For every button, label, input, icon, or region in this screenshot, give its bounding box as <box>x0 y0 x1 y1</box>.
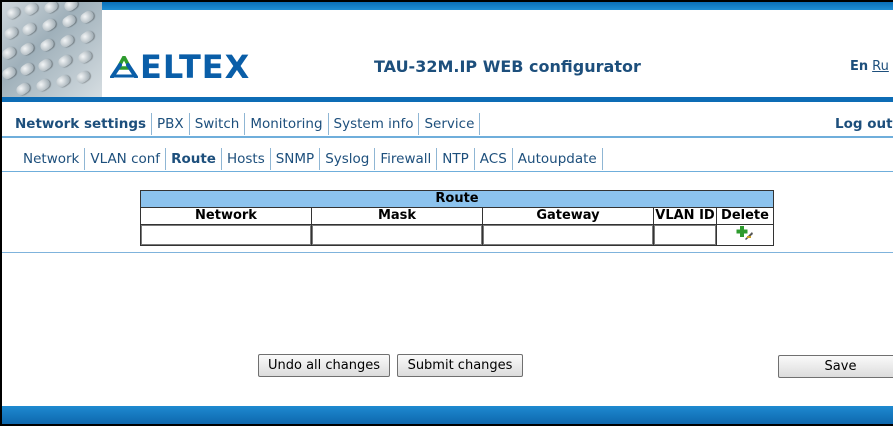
subtab-hosts[interactable]: Hosts <box>222 148 271 170</box>
subtab-snmp[interactable]: SNMP <box>271 148 321 170</box>
column-header-network: Network <box>140 207 312 225</box>
sub-tabs-divider <box>2 171 893 172</box>
logo-text: ELTEX <box>140 48 251 86</box>
page-title: TAU-32M.IP WEB configurator <box>374 57 641 76</box>
content-divider <box>2 252 893 253</box>
subtab-firewall[interactable]: Firewall <box>375 148 438 170</box>
tab-service[interactable]: Service <box>419 113 481 135</box>
eltex-logo-icon <box>110 56 138 78</box>
column-header-vlan-id: VLAN ID <box>653 207 717 225</box>
column-header-gateway: Gateway <box>482 207 654 225</box>
save-button[interactable]: Save <box>778 355 893 378</box>
undo-all-changes-button[interactable]: Undo all changes <box>258 354 390 377</box>
tab-pbx[interactable]: PBX <box>152 113 190 135</box>
lang-en[interactable]: En <box>850 59 868 74</box>
lang-ru[interactable]: Ru <box>872 59 889 74</box>
sub-tabs: Network VLAN conf Route Hosts SNMP Syslo… <box>18 148 603 170</box>
tab-monitoring[interactable]: Monitoring <box>245 113 329 135</box>
mask-input[interactable] <box>312 225 482 245</box>
footer-bar <box>2 406 893 424</box>
subtab-autoupdate[interactable]: Autoupdate <box>513 148 603 170</box>
header: ELTEX TAU-32M.IP WEB configurator En Ru <box>2 2 893 102</box>
main-tabs-divider <box>2 136 893 138</box>
submit-changes-button[interactable]: Submit changes <box>397 354 523 377</box>
keypad-image <box>2 2 102 102</box>
column-header-mask: Mask <box>311 207 483 225</box>
vlan-id-input[interactable] <box>654 225 716 245</box>
subtab-network[interactable]: Network <box>18 148 86 170</box>
network-input[interactable] <box>141 225 311 245</box>
tab-network-settings[interactable]: Network settings <box>10 113 153 135</box>
subtab-syslog[interactable]: Syslog <box>320 148 376 170</box>
subtab-acs[interactable]: ACS <box>475 148 513 170</box>
table-row <box>140 224 774 246</box>
logout-link[interactable]: Log out <box>835 113 893 135</box>
eltex-logo: ELTEX <box>110 48 251 86</box>
subtab-route[interactable]: Route <box>166 148 222 170</box>
subtab-ntp[interactable]: NTP <box>437 148 475 170</box>
route-table: Route Network Mask Gateway VLAN ID Delet… <box>140 190 774 246</box>
tab-system-info[interactable]: System info <box>329 113 420 135</box>
route-table-caption: Route <box>140 190 774 208</box>
header-divider <box>2 97 893 102</box>
tab-switch[interactable]: Switch <box>190 113 246 135</box>
add-route-icon[interactable] <box>736 225 754 241</box>
app-frame: ELTEX TAU-32M.IP WEB configurator En Ru N… <box>0 0 893 426</box>
language-switcher: En Ru <box>850 59 889 74</box>
column-header-delete: Delete <box>716 207 774 225</box>
header-top-bar <box>102 2 893 10</box>
main-tabs: Network settings PBX Switch Monitoring S… <box>10 113 481 135</box>
gateway-input[interactable] <box>483 225 653 245</box>
subtab-vlan-conf[interactable]: VLAN conf <box>85 148 167 170</box>
